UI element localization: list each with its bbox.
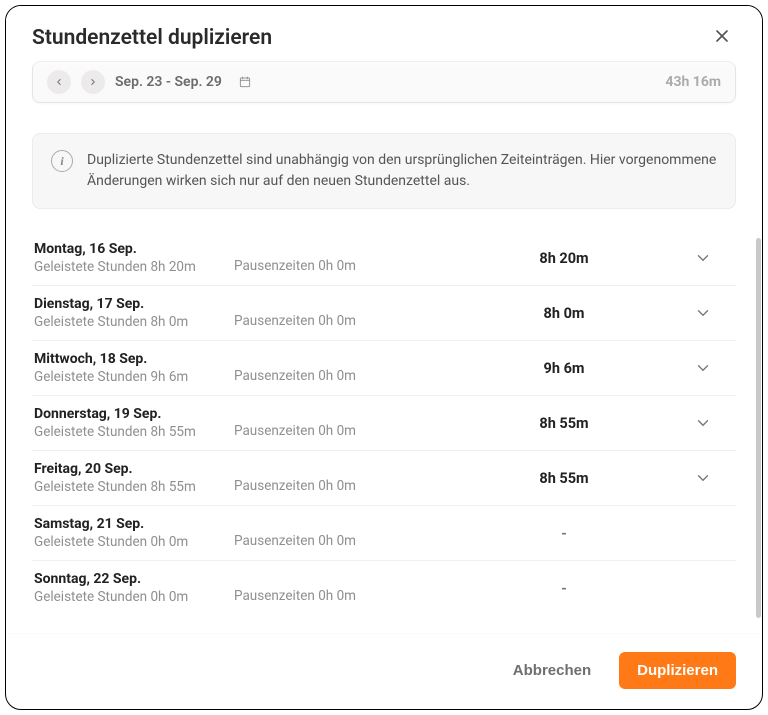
expand-button[interactable] (694, 359, 712, 377)
modal-header: Stundenzettel duplizieren (6, 6, 762, 57)
day-name: Mittwoch, 18 Sep. (34, 351, 234, 367)
day-name: Samstag, 21 Sep. (34, 516, 234, 532)
day-breaks: Pausenzeiten 0h 0m (234, 423, 434, 440)
modal-title: Stundenzettel duplizieren (32, 26, 272, 50)
day-breaks: Pausenzeiten 0h 0m (234, 258, 434, 275)
modal-body: Sep. 23 - Sep. 29 43h 16m i Duplizierte … (6, 57, 762, 633)
day-hours: Geleistete Stunden 9h 6m (34, 369, 234, 385)
day-row[interactable]: Dienstag, 17 Sep. Geleistete Stunden 8h 0… (32, 286, 736, 341)
day-name: Donnerstag, 19 Sep. (34, 406, 234, 422)
day-total: 8h 20m (434, 250, 694, 267)
day-hours: Geleistete Stunden 8h 55m (34, 424, 234, 440)
prev-week-button[interactable] (47, 70, 71, 94)
day-breaks: Pausenzeiten 0h 0m (234, 478, 434, 495)
day-row: Samstag, 21 Sep. Geleistete Stunden 0h 0m… (32, 506, 736, 561)
expand-button[interactable] (694, 249, 712, 267)
day-row[interactable]: Freitag, 20 Sep. Geleistete Stunden 8h 55… (32, 451, 736, 506)
chevron-down-icon (694, 249, 712, 267)
expand-button[interactable] (694, 414, 712, 432)
duplicate-button[interactable]: Duplizieren (619, 652, 736, 689)
chevron-left-icon (54, 77, 64, 87)
day-total: 8h 0m (434, 305, 694, 322)
day-name: Freitag, 20 Sep. (34, 461, 234, 477)
modal-footer: Abbrechen Duplizieren (6, 633, 762, 709)
day-hours: Geleistete Stunden 8h 20m (34, 259, 234, 275)
chevron-down-icon (694, 304, 712, 322)
day-total: 8h 55m (434, 415, 694, 432)
scrollbar-thumb[interactable] (756, 238, 761, 618)
day-row[interactable]: Donnerstag, 19 Sep. Geleistete Stunden 8h… (32, 396, 736, 451)
day-total: - (434, 580, 694, 597)
chevron-down-icon (694, 414, 712, 432)
expand-button[interactable] (694, 469, 712, 487)
day-breaks: Pausenzeiten 0h 0m (234, 533, 434, 550)
day-total: - (434, 525, 694, 542)
info-banner: i Duplizierte Stundenzettel sind unabhän… (32, 133, 736, 209)
days-list: Montag, 16 Sep. Geleistete Stunden 8h 20m… (32, 231, 736, 615)
day-row[interactable]: Montag, 16 Sep. Geleistete Stunden 8h 20m… (32, 231, 736, 286)
day-hours: Geleistete Stunden 8h 55m (34, 479, 234, 495)
expand-button[interactable] (694, 304, 712, 322)
day-hours: Geleistete Stunden 8h 0m (34, 314, 234, 330)
day-total: 8h 55m (434, 470, 694, 487)
calendar-icon[interactable] (238, 75, 252, 89)
next-week-button[interactable] (81, 70, 105, 94)
close-button[interactable] (708, 22, 736, 53)
day-breaks: Pausenzeiten 0h 0m (234, 313, 434, 330)
day-name: Montag, 16 Sep. (34, 241, 234, 257)
info-text: Duplizierte Stundenzettel sind unabhängi… (87, 150, 717, 192)
day-breaks: Pausenzeiten 0h 0m (234, 368, 434, 385)
week-selector: Sep. 23 - Sep. 29 43h 16m (32, 61, 736, 103)
cancel-button[interactable]: Abbrechen (509, 652, 595, 689)
day-row: Sonntag, 22 Sep. Geleistete Stunden 0h 0m… (32, 561, 736, 615)
day-name: Sonntag, 22 Sep. (34, 571, 234, 587)
day-row[interactable]: Mittwoch, 18 Sep. Geleistete Stunden 9h 6… (32, 341, 736, 396)
chevron-down-icon (694, 469, 712, 487)
day-breaks: Pausenzeiten 0h 0m (234, 588, 434, 605)
day-hours: Geleistete Stunden 0h 0m (34, 589, 234, 605)
day-total: 9h 6m (434, 360, 694, 377)
close-icon (712, 26, 732, 46)
day-hours: Geleistete Stunden 0h 0m (34, 534, 234, 550)
week-selector-left: Sep. 23 - Sep. 29 (47, 70, 252, 94)
duplicate-timesheet-modal: Stundenzettel duplizieren Sep. 23 - Sep.… (5, 5, 763, 710)
chevron-right-icon (88, 77, 98, 87)
week-range: Sep. 23 - Sep. 29 (115, 74, 222, 90)
week-total: 43h 16m (665, 74, 721, 90)
chevron-down-icon (694, 359, 712, 377)
info-icon: i (51, 150, 73, 172)
day-name: Dienstag, 17 Sep. (34, 296, 234, 312)
